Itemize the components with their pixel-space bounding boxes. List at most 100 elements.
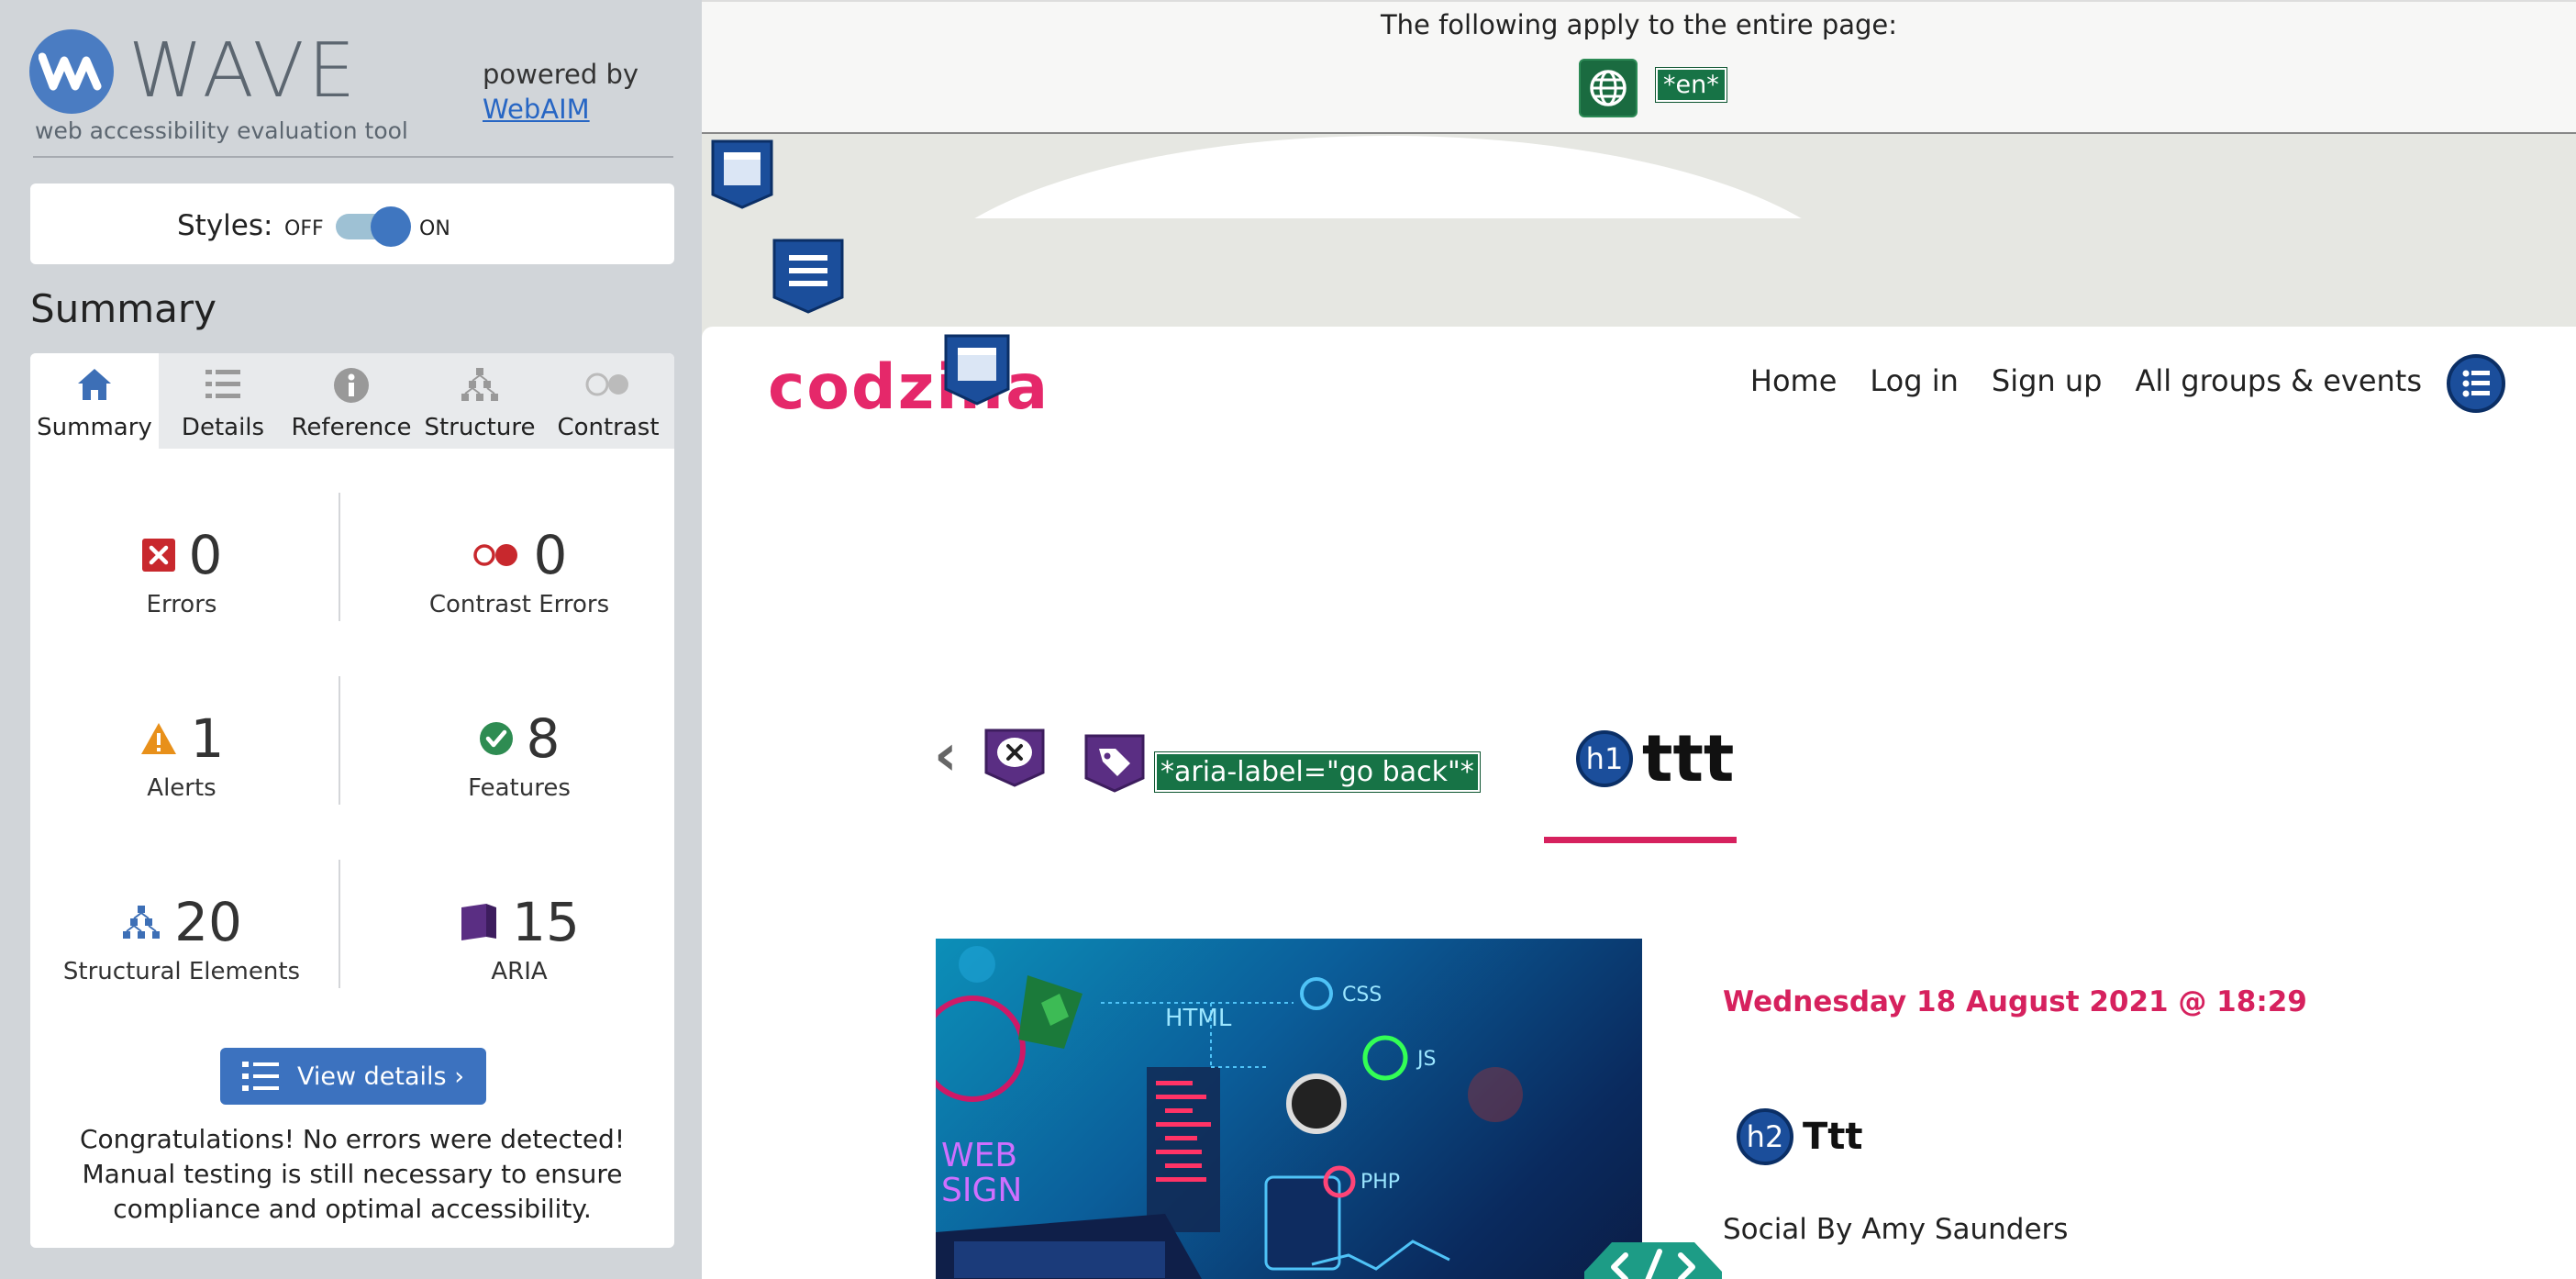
site-content: codzilla Home Log in Sign up All groups … (702, 327, 2576, 1279)
event-subtitle: Ttt (1803, 1116, 1863, 1158)
hero-css-label: CSS (1342, 984, 1382, 1007)
nav-home[interactable]: Home (1750, 363, 1838, 398)
h2-badge[interactable]: h2 (1737, 1108, 1793, 1165)
hero-php-label: PHP (1360, 1171, 1400, 1194)
structural-count: 20 (174, 891, 242, 953)
button-alert-icon[interactable] (983, 723, 1047, 787)
styles-on-label: ON (419, 217, 450, 240)
event-subheading: h2 Ttt (1737, 1108, 1863, 1165)
hero-html-label: HTML (1165, 1005, 1232, 1032)
errors-count: 0 (188, 524, 223, 586)
unordered-list-icon[interactable] (2447, 354, 2505, 413)
nav-groups-events[interactable]: All groups & events (2135, 363, 2422, 398)
stat-alerts[interactable]: 1 Alerts (30, 706, 333, 802)
tab-label: Contrast (557, 414, 660, 441)
evaluated-page: The following apply to the entire page: … (702, 0, 2576, 1279)
language-tag[interactable]: *en* (1655, 67, 1727, 103)
divider (339, 493, 340, 621)
tab-details[interactable]: Details (159, 353, 287, 449)
stat-contrast-errors[interactable]: 0 Contrast Errors (368, 523, 671, 618)
tab-label: Details (181, 414, 265, 441)
summary-heading: Summary (30, 286, 217, 331)
hero-js-label: JS (1416, 1048, 1436, 1071)
wave-logo-icon (29, 29, 114, 114)
back-chevron-icon[interactable]: ‹ (934, 721, 958, 788)
features-count: 8 (526, 707, 561, 770)
aria-count: 15 (512, 891, 580, 953)
info-icon (334, 368, 369, 403)
webaim-link[interactable]: WebAIM (483, 92, 638, 127)
aria-label-icon[interactable] (1083, 728, 1147, 793)
contrast-icon (585, 373, 628, 396)
page-wide-notice-text: The following apply to the entire page: (1380, 9, 1898, 40)
divider (33, 156, 673, 158)
powered-by: powered by WebAIM (483, 57, 638, 127)
tab-contrast[interactable]: Contrast (544, 353, 672, 449)
navigation-landmark-icon[interactable] (771, 237, 846, 316)
stat-structural[interactable]: 20 Structural Elements (30, 890, 333, 985)
powered-by-text: powered by (483, 59, 639, 90)
structural-label: Structural Elements (62, 958, 301, 985)
tab-reference[interactable]: Reference (287, 353, 416, 449)
alert-icon (140, 723, 176, 754)
main-nav: Home Log in Sign up All groups & events (1750, 363, 2422, 398)
list-icon (242, 1062, 279, 1091)
contrast-error-icon (472, 544, 517, 566)
event-host: Social By Amy Saunders (1723, 1213, 2069, 1246)
tab-label: Reference (291, 414, 412, 441)
event-illustration: HTML CSS JS PHP WEB SIGN (936, 946, 1523, 1279)
event-date: Wednesday 18 August 2021 @ 18:29 (1723, 985, 2307, 1018)
title-underline (1544, 837, 1737, 843)
structure-icon (123, 906, 161, 939)
nav-login[interactable]: Log in (1870, 363, 1959, 398)
alerts-count: 1 (190, 707, 225, 770)
aria-label-tag[interactable]: *aria-label="go back"* (1154, 751, 1481, 793)
region-landmark-icon[interactable] (942, 332, 1012, 407)
styles-label: Styles: (177, 209, 273, 242)
wave-logo: WAVE web accessibility evaluation tool p… (29, 28, 672, 149)
wave-tagline: web accessibility evaluation tool (35, 117, 408, 144)
banner-landmark-icon[interactable] (709, 138, 775, 211)
structure-icon (461, 368, 498, 401)
language-icon[interactable] (1579, 59, 1638, 117)
tab-bar: Summary Details Reference Structure Cont… (30, 353, 674, 449)
hero-web-label: WEB (941, 1137, 1017, 1174)
contrast-errors-label: Contrast Errors (428, 591, 610, 618)
list-icon (205, 370, 240, 398)
contrast-errors-count: 0 (533, 524, 568, 586)
aria-icon (461, 904, 497, 940)
page-heading: h1 ttt (1576, 721, 1734, 796)
stat-aria[interactable]: 15 ARIA (368, 890, 671, 985)
page-wide-notice: The following apply to the entire page: … (702, 0, 2576, 134)
congrats-message: Congratulations! No errors were detected… (79, 1124, 626, 1224)
code-icon[interactable] (1575, 1235, 1731, 1279)
nav-signup[interactable]: Sign up (1992, 363, 2103, 398)
divider (339, 860, 340, 988)
feature-icon (479, 722, 513, 755)
tab-label: Summary (37, 414, 152, 441)
styles-toggle-box: Styles: OFF ON (30, 184, 674, 264)
error-icon (141, 539, 175, 572)
header-arc (902, 136, 1874, 218)
event-image: HTML CSS JS PHP WEB SIGN (936, 939, 1642, 1279)
tab-label: Structure (424, 414, 536, 441)
view-details-button[interactable]: View details › (220, 1048, 486, 1105)
hero-sign-label: SIGN (941, 1172, 1022, 1209)
errors-label: Errors (146, 591, 217, 618)
styles-off-label: OFF (284, 217, 324, 240)
alerts-label: Alerts (147, 774, 217, 802)
page-title: ttt (1642, 721, 1735, 796)
stat-features[interactable]: 8 Features (368, 706, 671, 802)
tab-summary[interactable]: Summary (30, 353, 159, 449)
home-icon (78, 369, 111, 400)
divider (339, 676, 340, 805)
view-details-label: View details › (297, 1062, 464, 1091)
wave-wordmark: WAVE (128, 28, 360, 115)
styles-toggle[interactable] (336, 206, 411, 247)
aria-label: ARIA (491, 958, 548, 985)
h1-badge[interactable]: h1 (1576, 730, 1633, 787)
stat-errors[interactable]: 0 Errors (30, 523, 333, 618)
toggle-knob[interactable] (371, 206, 411, 247)
features-label: Features (468, 774, 571, 802)
tab-structure[interactable]: Structure (416, 353, 544, 449)
